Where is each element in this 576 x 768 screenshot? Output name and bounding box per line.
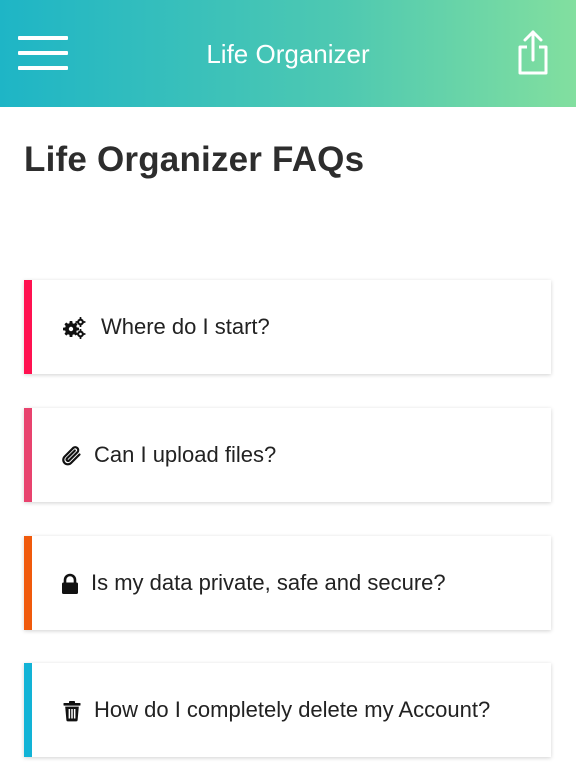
faq-question: Can I upload files?	[94, 442, 277, 467]
share-button[interactable]	[514, 28, 552, 76]
faq-item-where-do-i-start[interactable]: Where do I start?	[24, 280, 551, 374]
faq-question: How do I completely delete my Account?	[94, 697, 491, 722]
page-title: Life Organizer FAQs	[24, 140, 365, 179]
faq-accent-bar	[24, 663, 32, 757]
lock-icon	[62, 573, 78, 594]
gears-icon	[63, 317, 86, 339]
app-header: Life Organizer	[0, 0, 576, 107]
faq-accent-bar	[24, 536, 32, 630]
share-icon	[518, 30, 548, 75]
faq-question: Is my data private, safe and secure?	[91, 570, 446, 595]
faq-accent-bar	[24, 280, 32, 374]
paperclip-icon	[62, 446, 81, 466]
faq-item-upload-files[interactable]: Can I upload files?	[24, 408, 551, 502]
faq-accent-bar	[24, 408, 32, 502]
faq-item-delete-account[interactable]: How do I completely delete my Account?	[24, 663, 551, 757]
faq-question: Where do I start?	[101, 314, 270, 339]
trash-icon	[63, 701, 81, 722]
faq-item-data-private[interactable]: Is my data private, safe and secure?	[24, 536, 551, 630]
header-title: Life Organizer	[206, 39, 370, 69]
